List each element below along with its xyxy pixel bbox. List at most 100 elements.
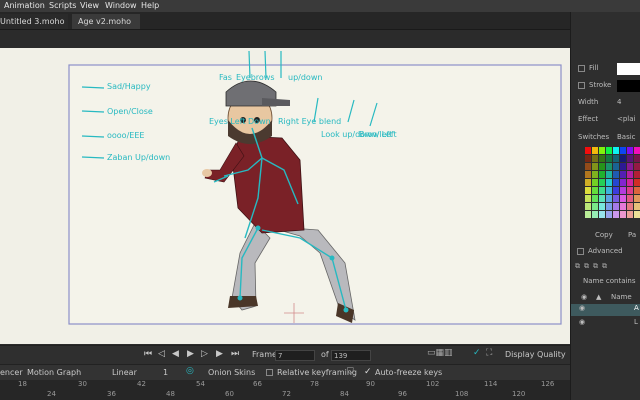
rewind-start-icon[interactable]: ⏮ [144, 349, 152, 359]
palette-swatch[interactable] [613, 171, 619, 178]
fill-checkbox[interactable] [578, 65, 585, 72]
interp-value-select[interactable]: 1 [163, 368, 168, 377]
palette-swatch[interactable] [634, 179, 640, 186]
tab-age-v2[interactable]: Age v2.moho ✎ [72, 14, 140, 41]
view-mode-icon[interactable]: ▭▦▥ [427, 348, 453, 358]
palette-swatch[interactable] [592, 179, 598, 186]
width-value[interactable]: 4 [617, 98, 621, 106]
palette-swatch[interactable] [627, 187, 633, 194]
palette-swatch[interactable] [620, 155, 626, 162]
palette-swatch[interactable] [620, 211, 626, 218]
palette-swatch[interactable] [634, 195, 640, 202]
tab-basic[interactable]: Basic [617, 133, 636, 141]
palette-swatch[interactable] [620, 147, 626, 154]
auto-freeze-check-icon[interactable]: ✓ [364, 367, 372, 377]
tab-untitled[interactable]: Untitled 3.moho [0, 14, 68, 29]
menu-help[interactable]: Help [141, 1, 159, 10]
palette-swatch[interactable] [606, 211, 612, 218]
palette-swatch[interactable] [585, 187, 591, 194]
palette-swatch[interactable] [592, 171, 598, 178]
tab-motion-graph[interactable]: Motion Graph [27, 368, 81, 377]
palette-swatch[interactable] [627, 179, 633, 186]
palette-swatch[interactable] [627, 155, 633, 162]
palette-swatch[interactable] [599, 187, 605, 194]
fill-swatch[interactable] [617, 63, 640, 75]
relative-keyframing-checkbox[interactable] [266, 369, 273, 376]
palette-swatch[interactable] [613, 155, 619, 162]
palette-swatch[interactable] [606, 187, 612, 194]
palette-swatch[interactable] [627, 163, 633, 170]
palette-swatch[interactable] [592, 187, 598, 194]
palette-swatch[interactable] [634, 211, 640, 218]
frame-input[interactable]: 7 [275, 350, 315, 361]
palette-swatch[interactable] [599, 179, 605, 186]
palette-swatch[interactable] [634, 171, 640, 178]
palette-swatch[interactable] [627, 203, 633, 210]
play-icon[interactable]: ▶ [187, 349, 194, 359]
palette-swatch[interactable] [585, 203, 591, 210]
palette-swatch[interactable] [599, 171, 605, 178]
palette-swatch[interactable] [620, 187, 626, 194]
palette-swatch[interactable] [599, 203, 605, 210]
palette-swatch[interactable] [634, 147, 640, 154]
color-palette[interactable] [585, 147, 640, 225]
palette-swatch[interactable] [606, 155, 612, 162]
palette-swatch[interactable] [620, 171, 626, 178]
onion-skins-label[interactable]: Onion Skins [208, 368, 255, 377]
palette-swatch[interactable] [585, 211, 591, 218]
shield-icon[interactable]: ⛉ [347, 367, 354, 377]
palette-swatch[interactable] [620, 195, 626, 202]
fullscreen-icon[interactable]: ⛶ [486, 348, 492, 358]
palette-swatch[interactable] [585, 147, 591, 154]
palette-swatch[interactable] [592, 211, 598, 218]
advanced-checkbox[interactable] [577, 248, 584, 255]
effect-select[interactable]: <plai [617, 115, 636, 123]
tab-sequencer[interactable]: encer [0, 368, 23, 377]
stroke-swatch[interactable] [617, 80, 640, 92]
palette-swatch[interactable] [585, 195, 591, 202]
palette-swatch[interactable] [613, 211, 619, 218]
palette-swatch[interactable] [606, 163, 612, 170]
palette-swatch[interactable] [585, 155, 591, 162]
palette-swatch[interactable] [606, 171, 612, 178]
tab-switches[interactable]: Switches [578, 133, 609, 141]
display-quality-label[interactable]: Display Quality [505, 350, 566, 359]
palette-swatch[interactable] [599, 195, 605, 202]
palette-swatch[interactable] [627, 195, 633, 202]
menu-animation[interactable]: Animation [4, 1, 45, 10]
palette-swatch[interactable] [606, 203, 612, 210]
eye-icon[interactable]: ◉ [579, 304, 585, 312]
forward-end-icon[interactable]: ⏭ [231, 349, 239, 359]
palette-swatch[interactable] [634, 155, 640, 162]
palette-swatch[interactable] [599, 163, 605, 170]
menu-scripts[interactable]: Scripts [49, 1, 76, 10]
palette-swatch[interactable] [585, 163, 591, 170]
palette-swatch[interactable] [592, 163, 598, 170]
palette-swatch[interactable] [634, 203, 640, 210]
menu-view[interactable]: View [80, 1, 99, 10]
palette-swatch[interactable] [613, 187, 619, 194]
palette-swatch[interactable] [620, 203, 626, 210]
layer-row-selected[interactable]: ◉ A [571, 304, 640, 316]
palette-swatch[interactable] [613, 163, 619, 170]
palette-swatch[interactable] [599, 155, 605, 162]
stage-svg[interactable] [0, 48, 570, 344]
next-key-icon[interactable]: ▶ [216, 349, 223, 359]
palette-swatch[interactable] [606, 147, 612, 154]
palette-swatch[interactable] [592, 155, 598, 162]
palette-swatch[interactable] [599, 211, 605, 218]
palette-swatch[interactable] [627, 171, 633, 178]
palette-swatch[interactable] [613, 147, 619, 154]
palette-swatch[interactable] [634, 163, 640, 170]
palette-swatch[interactable] [592, 203, 598, 210]
palette-swatch[interactable] [585, 179, 591, 186]
interpolation-select[interactable]: Linear [112, 368, 137, 377]
step-forward-icon[interactable]: ▷ [201, 349, 208, 359]
palette-swatch[interactable] [592, 195, 598, 202]
palette-swatch[interactable] [627, 211, 633, 218]
palette-swatch[interactable] [606, 195, 612, 202]
palette-swatch[interactable] [599, 147, 605, 154]
step-back-icon[interactable]: ◀ [172, 349, 179, 359]
palette-swatch[interactable] [620, 179, 626, 186]
palette-swatch[interactable] [634, 187, 640, 194]
